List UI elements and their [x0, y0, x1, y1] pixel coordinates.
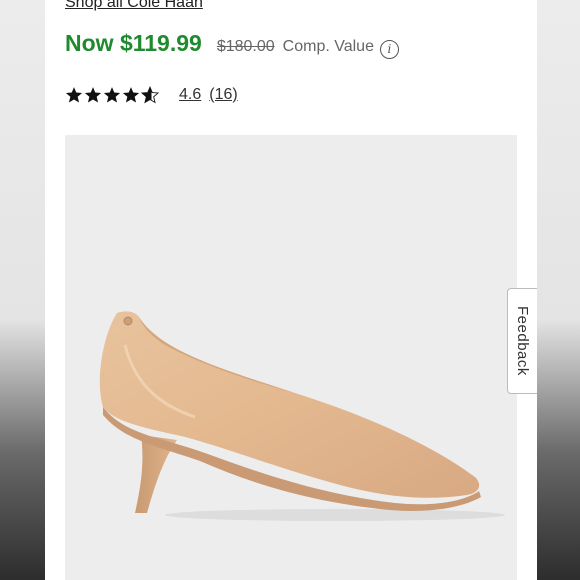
- feedback-label: Feedback: [514, 306, 531, 376]
- pump-shoe-illustration: [99, 311, 505, 521]
- feedback-tab[interactable]: Feedback: [507, 288, 537, 394]
- star-icon: [84, 87, 102, 103]
- price-row: Now $119.99 $180.00 Comp. Value i: [65, 30, 399, 59]
- product-image[interactable]: [65, 135, 517, 580]
- product-card: Shop all Cole Haan Now $119.99 $180.00 C…: [45, 0, 537, 580]
- original-price: $180.00: [216, 38, 275, 55]
- star-icon: [65, 87, 83, 103]
- sale-price: Now $119.99: [65, 30, 202, 56]
- star-icon: [103, 87, 121, 103]
- info-icon[interactable]: i: [379, 39, 399, 59]
- star-icon: [122, 87, 140, 103]
- rating-row[interactable]: 4.6 (16): [65, 86, 238, 104]
- star-rating: [65, 86, 159, 104]
- rating-value[interactable]: 4.6: [179, 86, 201, 104]
- comp-value-label: Comp. Value: [282, 38, 374, 55]
- shop-all-brand-link[interactable]: Shop all Cole Haan: [65, 0, 203, 12]
- star-half-icon: [141, 86, 159, 104]
- review-count-link[interactable]: (16): [209, 86, 237, 104]
